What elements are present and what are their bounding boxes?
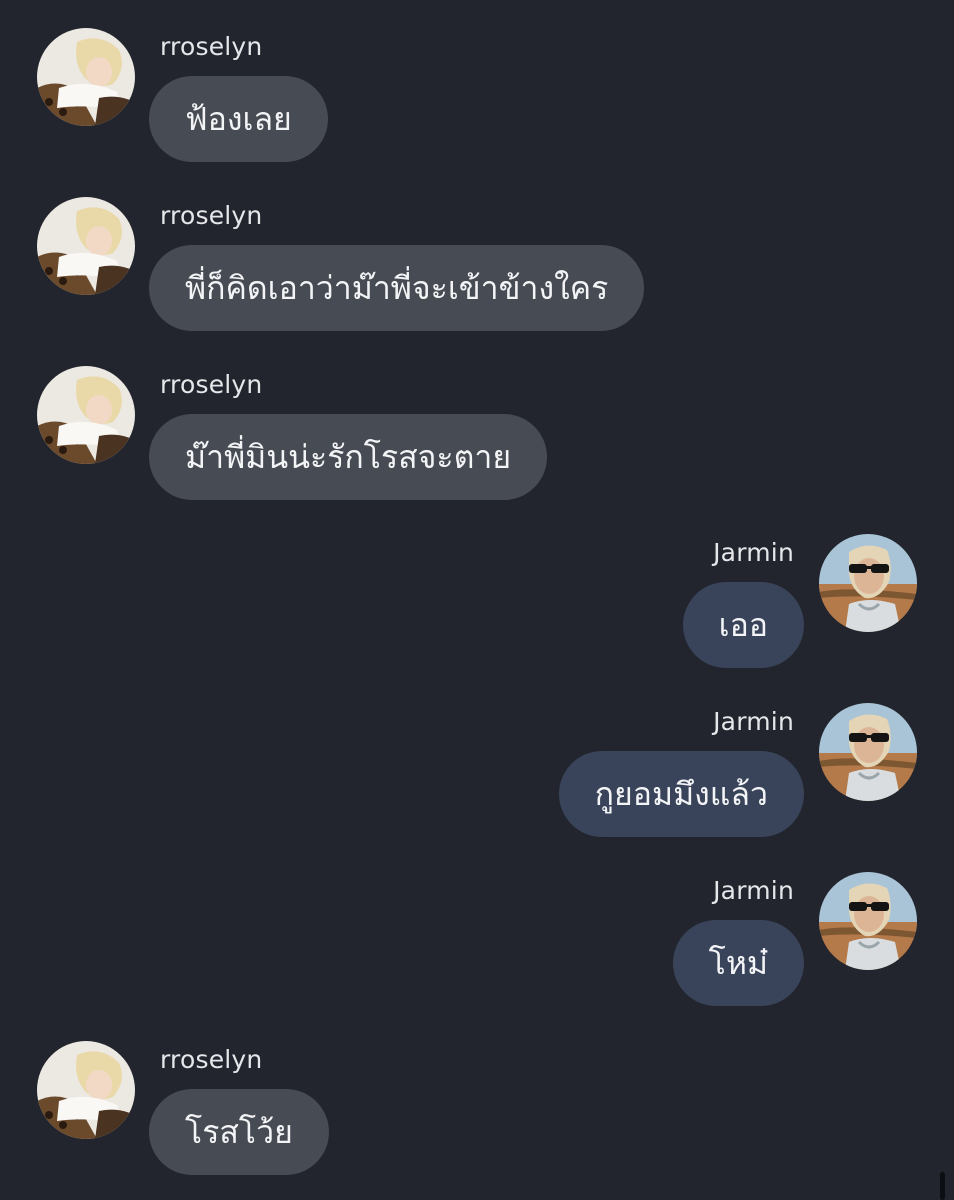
- message-bubble[interactable]: โหม๋: [672, 920, 804, 1006]
- message-bubble[interactable]: พี่ก็คิดเอาว่าม๊าพี่จะเข้าข้างใคร: [149, 245, 645, 331]
- rroselyn-avatar[interactable]: [37, 366, 135, 464]
- scrollbar-thumb[interactable]: [940, 1172, 945, 1200]
- chat-message: rroselyn ฟ้องเลย: [0, 4, 954, 164]
- chat-message: Jarmin เออ: [0, 510, 954, 670]
- chat-message: rroselyn พี่ก็คิดเอาว่าม๊าพี่จะเข้าข้างใ…: [0, 173, 954, 333]
- sender-name: rroselyn: [160, 1045, 263, 1074]
- message-bubble[interactable]: โรสโว้ย: [149, 1089, 329, 1175]
- message-bubble[interactable]: ฟ้องเลย: [149, 76, 328, 162]
- jarmin-avatar[interactable]: [819, 534, 917, 632]
- rroselyn-avatar[interactable]: [37, 28, 135, 126]
- message-bubble[interactable]: ม๊าพี่มินน่ะรักโรสจะตาย: [149, 414, 548, 500]
- chat-message: rroselyn โรสโว้ย: [0, 1017, 954, 1177]
- rroselyn-avatar[interactable]: [37, 197, 135, 295]
- jarmin-avatar[interactable]: [819, 703, 917, 801]
- chat-message: Jarmin กูยอมมึงแล้ว: [0, 679, 954, 839]
- sender-name: rroselyn: [160, 32, 263, 61]
- rroselyn-avatar[interactable]: [37, 1041, 135, 1139]
- sender-name: Jarmin: [713, 538, 794, 567]
- sender-name: Jarmin: [713, 707, 794, 736]
- sender-name: rroselyn: [160, 370, 263, 399]
- chat-message: rroselyn ม๊าพี่มินน่ะรักโรสจะตาย: [0, 342, 954, 502]
- chat-message: Jarmin โหม๋: [0, 848, 954, 1008]
- sender-name: Jarmin: [713, 876, 794, 905]
- message-bubble[interactable]: เออ: [682, 582, 804, 668]
- jarmin-avatar[interactable]: [819, 872, 917, 970]
- sender-name: rroselyn: [160, 201, 263, 230]
- message-bubble[interactable]: กูยอมมึงแล้ว: [558, 751, 804, 837]
